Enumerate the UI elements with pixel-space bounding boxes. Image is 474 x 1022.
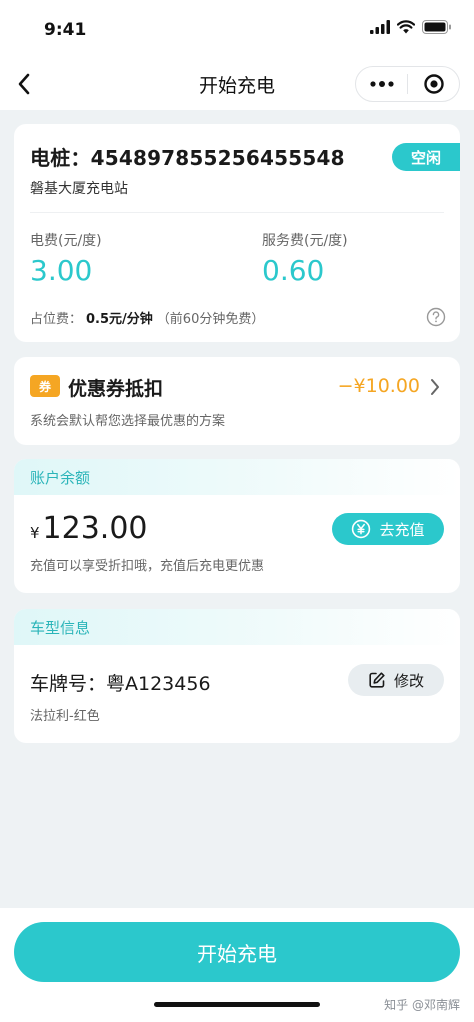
- service-fee-value: 0.60: [262, 254, 325, 287]
- target-close-icon: [423, 74, 444, 94]
- start-charging-button[interactable]: 开始充电: [14, 922, 460, 982]
- currency-symbol: ¥: [30, 524, 40, 542]
- balance-section-title: 账户余额: [14, 459, 460, 495]
- status-icons: [370, 20, 452, 34]
- edit-icon: [369, 672, 385, 688]
- occupy-fee-label: 占位费：: [30, 312, 83, 327]
- status-badge: 空闲: [392, 143, 460, 171]
- service-fee-label: 服务费(元/度): [262, 233, 348, 249]
- signal-icon: [370, 20, 390, 34]
- pile-info-card: 电桩：4548978552564555​48 空闲 磐基大厦充电站 电费(元/度…: [14, 124, 460, 342]
- coupon-card[interactable]: 券 优惠券抵扣 −¥10.00 系统会默认帮您选择最优惠的方案: [14, 357, 460, 445]
- modify-label: 修改: [393, 671, 424, 690]
- electric-fee-label: 电费(元/度): [30, 233, 102, 249]
- recharge-label: 去充值: [379, 520, 425, 539]
- divider: [30, 212, 444, 213]
- coupon-description: 系统会默认帮您选择最优惠的方案: [30, 414, 226, 429]
- modify-button[interactable]: 修改: [348, 664, 444, 696]
- more-dots-icon: [369, 81, 394, 87]
- bottom-bar: 开始充电 知乎 @邓南辉: [0, 908, 474, 1022]
- occupy-fee-row: 占位费： 0.5元/分钟 （前60分钟免费）: [30, 308, 264, 327]
- coupon-tag-icon: 券: [30, 375, 60, 397]
- car-description: 法拉利-红色: [30, 709, 100, 724]
- recharge-button[interactable]: 去充值: [332, 513, 444, 545]
- chevron-right-icon: [431, 379, 439, 395]
- home-indicator: [154, 1002, 320, 1007]
- more-button[interactable]: [356, 67, 407, 101]
- yen-coin-icon: [352, 519, 371, 539]
- mini-program-capsule: [355, 66, 460, 102]
- car-info-card: 车型信息 车牌号：粤A123456 修改 法拉利-红色: [14, 609, 460, 743]
- occupy-fee-value: 0.5元/分钟: [86, 312, 153, 327]
- help-icon[interactable]: [426, 307, 446, 327]
- battery-icon: [422, 20, 451, 34]
- car-section-title: 车型信息: [14, 609, 460, 645]
- balance-amount: ¥ 123.00: [30, 511, 148, 546]
- balance-tip: 充值可以享受折扣哦，充值后充电更优惠: [30, 559, 265, 574]
- station-name: 磐基大厦充电站: [30, 181, 128, 197]
- license-plate: 车牌号：粤A123456: [30, 673, 211, 695]
- electric-fee-value: 3.00: [30, 254, 93, 287]
- balance-value: 123.00: [42, 511, 148, 546]
- occupy-fee-note: （前60分钟免费）: [156, 312, 265, 327]
- close-program-button[interactable]: [408, 67, 459, 101]
- status-bar: 9:41: [0, 0, 474, 58]
- balance-card: 账户余额 ¥ 123.00 去充值 充值可以享受折扣哦，充值后充电更优惠: [14, 459, 460, 593]
- watermark: 知乎 @邓南辉: [384, 998, 460, 1012]
- coupon-title: 优惠券抵扣: [68, 378, 164, 400]
- status-time: 9:41: [44, 20, 87, 40]
- wifi-icon: [397, 20, 415, 34]
- nav-bar: 开始充电: [0, 58, 474, 110]
- pile-id: 电桩：4548978552564555​48: [30, 146, 345, 170]
- coupon-amount: −¥10.00: [337, 375, 420, 397]
